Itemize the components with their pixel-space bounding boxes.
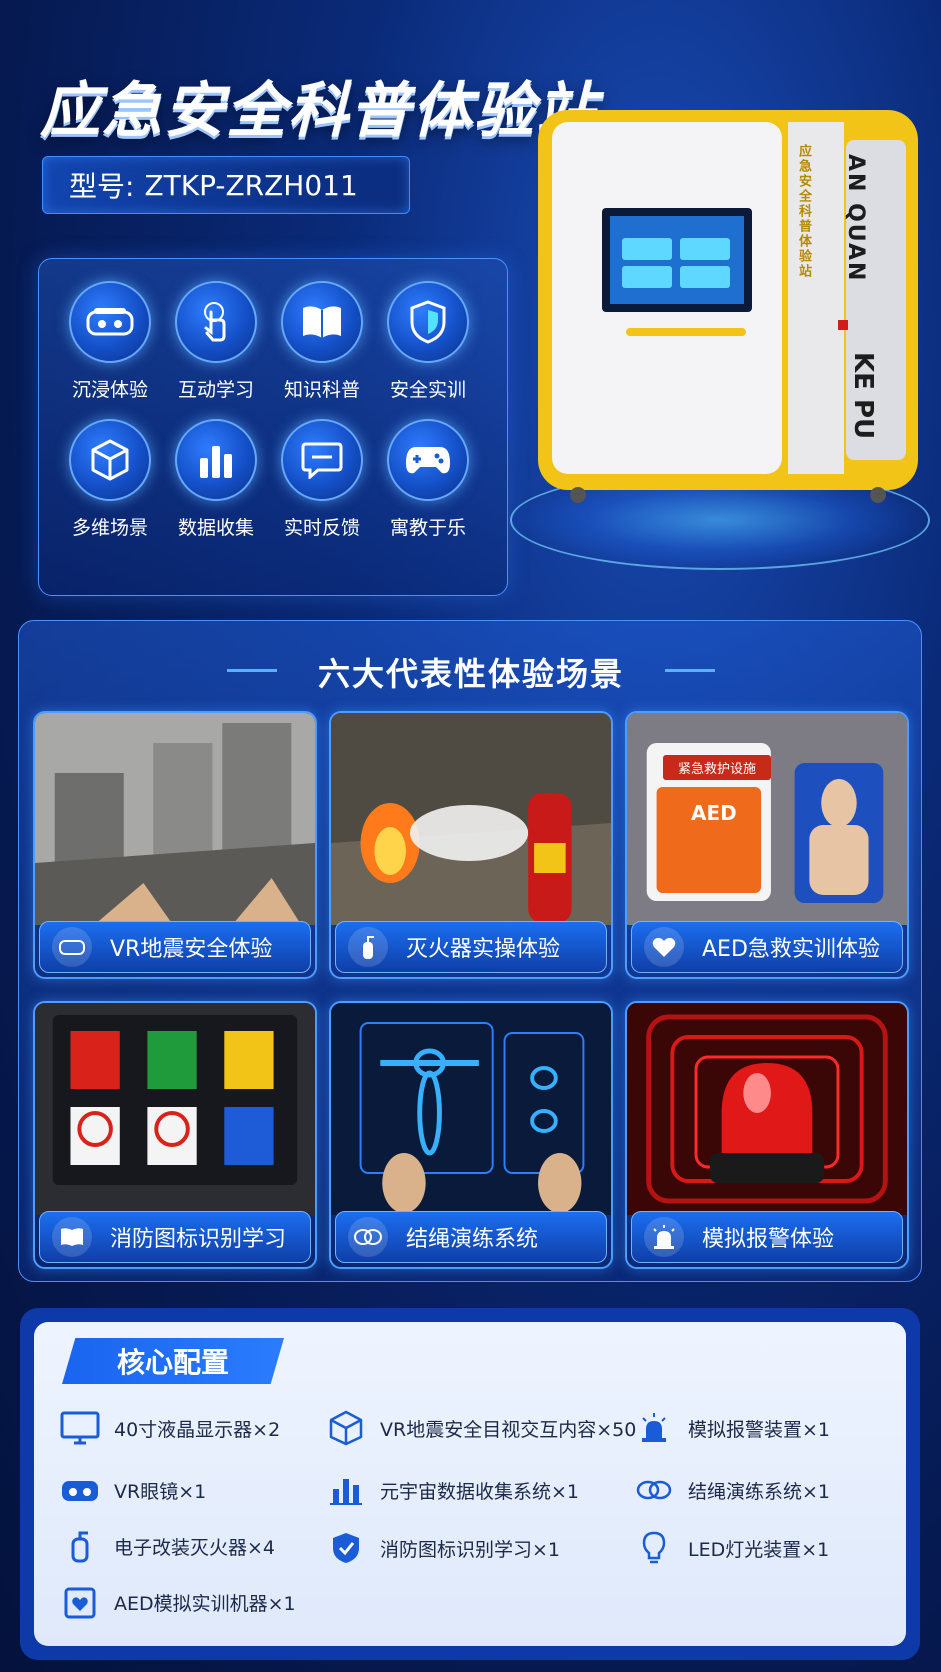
scenario-label-bar: 消防图标识别学习	[39, 1211, 311, 1263]
shield-icon	[324, 1530, 368, 1566]
monitor-icon	[58, 1410, 102, 1446]
scenario-label-bar: 灭火器实操体验	[335, 921, 607, 973]
feature-edutainment: 寓教于乐	[373, 419, 483, 540]
alarm-light-icon	[632, 1410, 676, 1446]
feature-feedback: 实时反馈	[267, 419, 377, 540]
scenario-label: 灭火器实操体验	[406, 937, 561, 962]
fire-signs-image	[35, 1003, 315, 1215]
heart-icon	[644, 927, 684, 967]
vr-headset-icon	[69, 281, 151, 363]
knot-image	[331, 1003, 611, 1215]
scenario-label: 消防图标识别学习	[110, 1227, 287, 1252]
model-value: ZTKP-ZRZH011	[144, 168, 358, 202]
touch-hand-icon	[175, 281, 257, 363]
config-item: 元宇宙数据收集系统×1	[324, 1472, 579, 1508]
config-item: LED灯光装置×1	[632, 1530, 829, 1566]
scenario-label-bar: VR地震安全体验	[39, 921, 311, 973]
feature-interactive: 互动学习	[161, 281, 271, 402]
config-item: 消防图标识别学习×1	[324, 1530, 560, 1566]
feature-label: 实时反馈	[283, 517, 360, 539]
earthquake-image	[35, 713, 315, 925]
fire-extinguisher-icon	[348, 927, 388, 967]
shield-icon	[387, 281, 469, 363]
feature-panel: 沉浸体验 互动学习 知识科普 安全实训 多维场景 数据收集 实时反馈 寓教于乐	[38, 258, 508, 596]
feature-label: 多维场景	[71, 517, 148, 539]
bar-chart-icon	[324, 1472, 368, 1508]
model-badge: 型号: ZTKP-ZRZH011	[42, 156, 410, 214]
scenario-label: 结绳演练系统	[406, 1227, 539, 1252]
core-config-title: 核心配置	[62, 1338, 284, 1384]
scenario-label: 模拟报警体验	[702, 1227, 835, 1252]
page-title: 应急安全科普体验站	[40, 76, 598, 146]
bar-chart-icon	[175, 419, 257, 501]
aed-image	[627, 713, 907, 925]
feature-multi-scene: 多维场景	[55, 419, 165, 540]
feature-label: 寓教于乐	[389, 517, 466, 539]
model-label: 型号:	[69, 170, 135, 203]
scenario-card-aed[interactable]: 紧急救护设施 AED AED急救实训体验	[625, 711, 909, 979]
book-icon	[52, 1217, 92, 1257]
alarm-light-icon	[644, 1217, 684, 1257]
lightbulb-icon	[632, 1530, 676, 1566]
scenario-label-bar: 结绳演练系统	[335, 1211, 607, 1263]
gamepad-icon	[387, 419, 469, 501]
scenario-panel: 六大代表性体验场景 VR地震安全体验 灭火器实操体验 紧急救护设施 AED AE…	[18, 620, 922, 1282]
scenario-card-knot[interactable]: 结绳演练系统	[329, 1001, 613, 1269]
feature-label: 沉浸体验	[71, 379, 148, 401]
config-item: VR眼镜×1	[58, 1472, 206, 1508]
scenario-card-earthquake[interactable]: VR地震安全体验	[33, 711, 317, 979]
feature-label: 知识科普	[283, 379, 360, 401]
scenario-card-fire-signs[interactable]: 消防图标识别学习	[33, 1001, 317, 1269]
vr-headset-icon	[58, 1472, 102, 1508]
feature-label: 互动学习	[177, 379, 254, 401]
scenario-label-bar: 模拟报警体验	[631, 1211, 903, 1263]
config-item: VR地震安全目视交互内容×50	[324, 1410, 636, 1446]
feature-knowledge: 知识科普	[267, 281, 377, 402]
feature-immersive: 沉浸体验	[55, 281, 165, 402]
feature-label: 数据收集	[177, 517, 254, 539]
core-config-inner: 核心配置 40寸液晶显示器×2 VR眼镜×1 电子改装灭火器×4 AED模拟实训…	[34, 1322, 906, 1646]
scenario-label: AED急救实训体验	[702, 937, 880, 962]
machine-brand: KE PU	[848, 352, 878, 440]
config-item: 结绳演练系统×1	[632, 1472, 830, 1508]
feature-label: 安全实训	[389, 379, 466, 401]
feature-data: 数据收集	[161, 419, 271, 540]
fire-extinguisher-icon	[58, 1528, 102, 1564]
cube-icon	[324, 1410, 368, 1446]
aed-text: AED	[691, 801, 737, 825]
machine-vertical-title: 应急安全科普体验站	[796, 144, 811, 279]
alarm-image	[627, 1003, 907, 1215]
scenario-label-bar: AED急救实训体验	[631, 921, 903, 973]
knot-icon	[632, 1472, 676, 1508]
feature-training: 安全实训	[373, 281, 483, 402]
scenario-title: 六大代表性体验场景	[317, 655, 624, 693]
vr-headset-icon	[52, 927, 92, 967]
cube-icon	[69, 419, 151, 501]
scenario-card-alarm[interactable]: 模拟报警体验	[625, 1001, 909, 1269]
config-item: 电子改装灭火器×4	[58, 1528, 275, 1564]
scenario-card-extinguisher[interactable]: 灭火器实操体验	[329, 711, 613, 979]
aed-icon	[58, 1584, 102, 1620]
knot-icon	[348, 1217, 388, 1257]
core-config-panel: 核心配置 40寸液晶显示器×2 VR眼镜×1 电子改装灭火器×4 AED模拟实训…	[20, 1308, 920, 1660]
config-item: 模拟报警装置×1	[632, 1410, 830, 1446]
extinguisher-image	[331, 713, 611, 925]
config-item: 40寸液晶显示器×2	[58, 1410, 280, 1446]
book-icon	[281, 281, 363, 363]
chat-bubble-icon	[281, 419, 363, 501]
config-item: AED模拟实训机器×1	[58, 1584, 296, 1620]
page: 应急安全科普体验站 型号: ZTKP-ZRZH011 沉浸体验 互动学习 知识科…	[0, 0, 941, 1672]
machine-side-text: AN QUAN	[843, 154, 868, 283]
scenario-label: VR地震安全体验	[110, 937, 273, 962]
aed-panel-title: 紧急救护设施	[663, 755, 771, 780]
